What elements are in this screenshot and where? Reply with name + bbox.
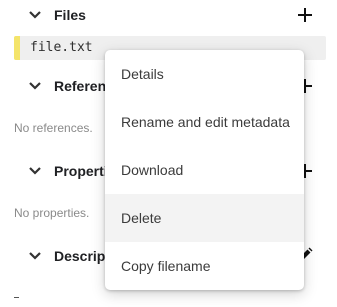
menu-item-details[interactable]: Details <box>105 50 304 98</box>
menu-item-copy-filename[interactable]: Copy filename <box>105 242 304 290</box>
file-context-menu: Details Rename and edit metadata Downloa… <box>105 50 304 290</box>
add-file-plus-icon[interactable] <box>297 7 313 23</box>
divider <box>14 297 19 298</box>
file-color-marker <box>14 36 20 60</box>
description-collapse-chevron-down-icon[interactable] <box>28 251 42 261</box>
files-section-title: Files <box>54 7 86 23</box>
menu-item-download[interactable]: Download <box>105 146 304 194</box>
files-collapse-chevron-down-icon[interactable] <box>28 10 42 20</box>
menu-item-rename-and-edit-metadata[interactable]: Rename and edit metadata <box>105 98 304 146</box>
references-collapse-chevron-down-icon[interactable] <box>28 81 42 91</box>
file-name: file.txt <box>30 40 93 55</box>
menu-item-delete[interactable]: Delete <box>105 194 304 242</box>
properties-collapse-chevron-down-icon[interactable] <box>28 166 42 176</box>
references-empty-text: No references. <box>14 121 93 135</box>
properties-empty-text: No properties. <box>14 206 90 220</box>
